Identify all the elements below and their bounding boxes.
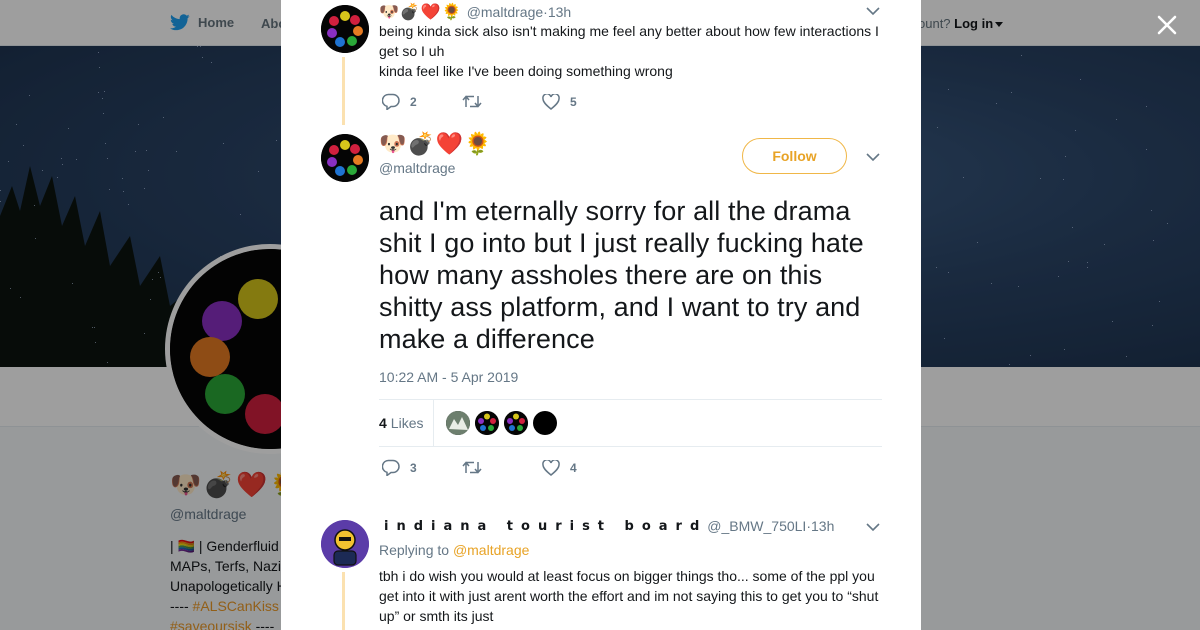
retweet-button[interactable]: [462, 460, 542, 475]
tweet-actions: 2 5: [382, 93, 577, 110]
likes-count-link[interactable]: 4 Likes: [379, 400, 435, 446]
chevron-down-icon[interactable]: [866, 523, 880, 532]
follow-button[interactable]: Follow: [742, 138, 847, 174]
thread-connector: [342, 57, 345, 125]
retweet-button[interactable]: [462, 94, 542, 109]
flower-ring-avatar: [321, 134, 369, 182]
username[interactable]: @_BMW_750LI: [707, 518, 806, 534]
heart-icon: [542, 93, 560, 110]
display-name[interactable]: 🐶💣❤️🌻: [379, 132, 493, 157]
chevron-down-icon[interactable]: [866, 7, 880, 16]
like-button[interactable]: 5: [542, 93, 577, 110]
heart-icon: [542, 459, 560, 476]
tweet-text-line: being kinda sick also isn't making me fe…: [379, 23, 879, 59]
reply-icon: [382, 459, 400, 476]
tweet-header: indiana tourist board @_BMW_750LI · 13h: [384, 518, 834, 534]
replying-to: Replying to @maltdrage: [379, 542, 529, 558]
tweet-permalink-modal: 🐶💣❤️🌻 @maltdrage · 13h being kinda sick …: [281, 0, 921, 630]
tweet-text-line: kinda feel like I've been doing somethin…: [379, 63, 673, 79]
reply-button[interactable]: 3: [382, 459, 462, 476]
like-count: 5: [570, 94, 577, 109]
username[interactable]: @maltdrage: [379, 160, 493, 176]
avatar[interactable]: [321, 520, 369, 568]
thread-connector: [342, 572, 345, 630]
retweet-icon: [462, 461, 482, 474]
display-name[interactable]: indiana tourist board: [384, 519, 707, 534]
replying-prefix: Replying to: [379, 542, 453, 558]
like-button[interactable]: 4: [542, 459, 577, 476]
cartoon-avatar: [321, 520, 369, 568]
avatar[interactable]: [321, 5, 369, 53]
likes-summary: 4 Likes: [379, 399, 882, 447]
tweet-timestamp[interactable]: 10:22 AM - 5 Apr 2019: [379, 369, 518, 385]
tweet-text: tbh i do wish you would at least focus o…: [379, 568, 879, 624]
tweet-actions: 3 4: [382, 459, 577, 476]
reply-count: 3: [410, 460, 417, 475]
flower-ring-avatar: [321, 5, 369, 53]
close-icon[interactable]: [1156, 14, 1178, 36]
likes-label: Likes: [390, 415, 424, 431]
liker-avatar[interactable]: [446, 411, 471, 435]
tweet-time[interactable]: 13h: [811, 518, 834, 534]
main-tweet-header: 🐶💣❤️🌻 @maltdrage: [379, 132, 493, 176]
retweet-icon: [462, 95, 482, 108]
likers-list: [434, 411, 558, 435]
replying-to-link[interactable]: @maltdrage: [453, 542, 529, 558]
display-name[interactable]: 🐶💣❤️🌻: [379, 2, 463, 21]
avatar[interactable]: [321, 134, 369, 182]
liker-avatar[interactable]: [504, 411, 529, 435]
username[interactable]: @maltdrage: [467, 4, 543, 20]
tweet-text: being kinda sick also isn't making me fe…: [379, 21, 889, 81]
chevron-down-icon[interactable]: [866, 153, 880, 162]
like-count: 4: [570, 460, 577, 475]
liker-avatar[interactable]: [475, 411, 500, 435]
reply-icon: [382, 93, 400, 110]
tweet-header: 🐶💣❤️🌻 @maltdrage · 13h: [379, 2, 571, 21]
tweet-time[interactable]: 13h: [548, 4, 571, 20]
reply-count: 2: [410, 94, 417, 109]
likes-number: 4: [379, 415, 387, 431]
main-tweet-text: and I'm eternally sorry for all the dram…: [379, 196, 864, 354]
liker-avatar[interactable]: [533, 411, 558, 435]
reply-button[interactable]: 2: [382, 93, 462, 110]
